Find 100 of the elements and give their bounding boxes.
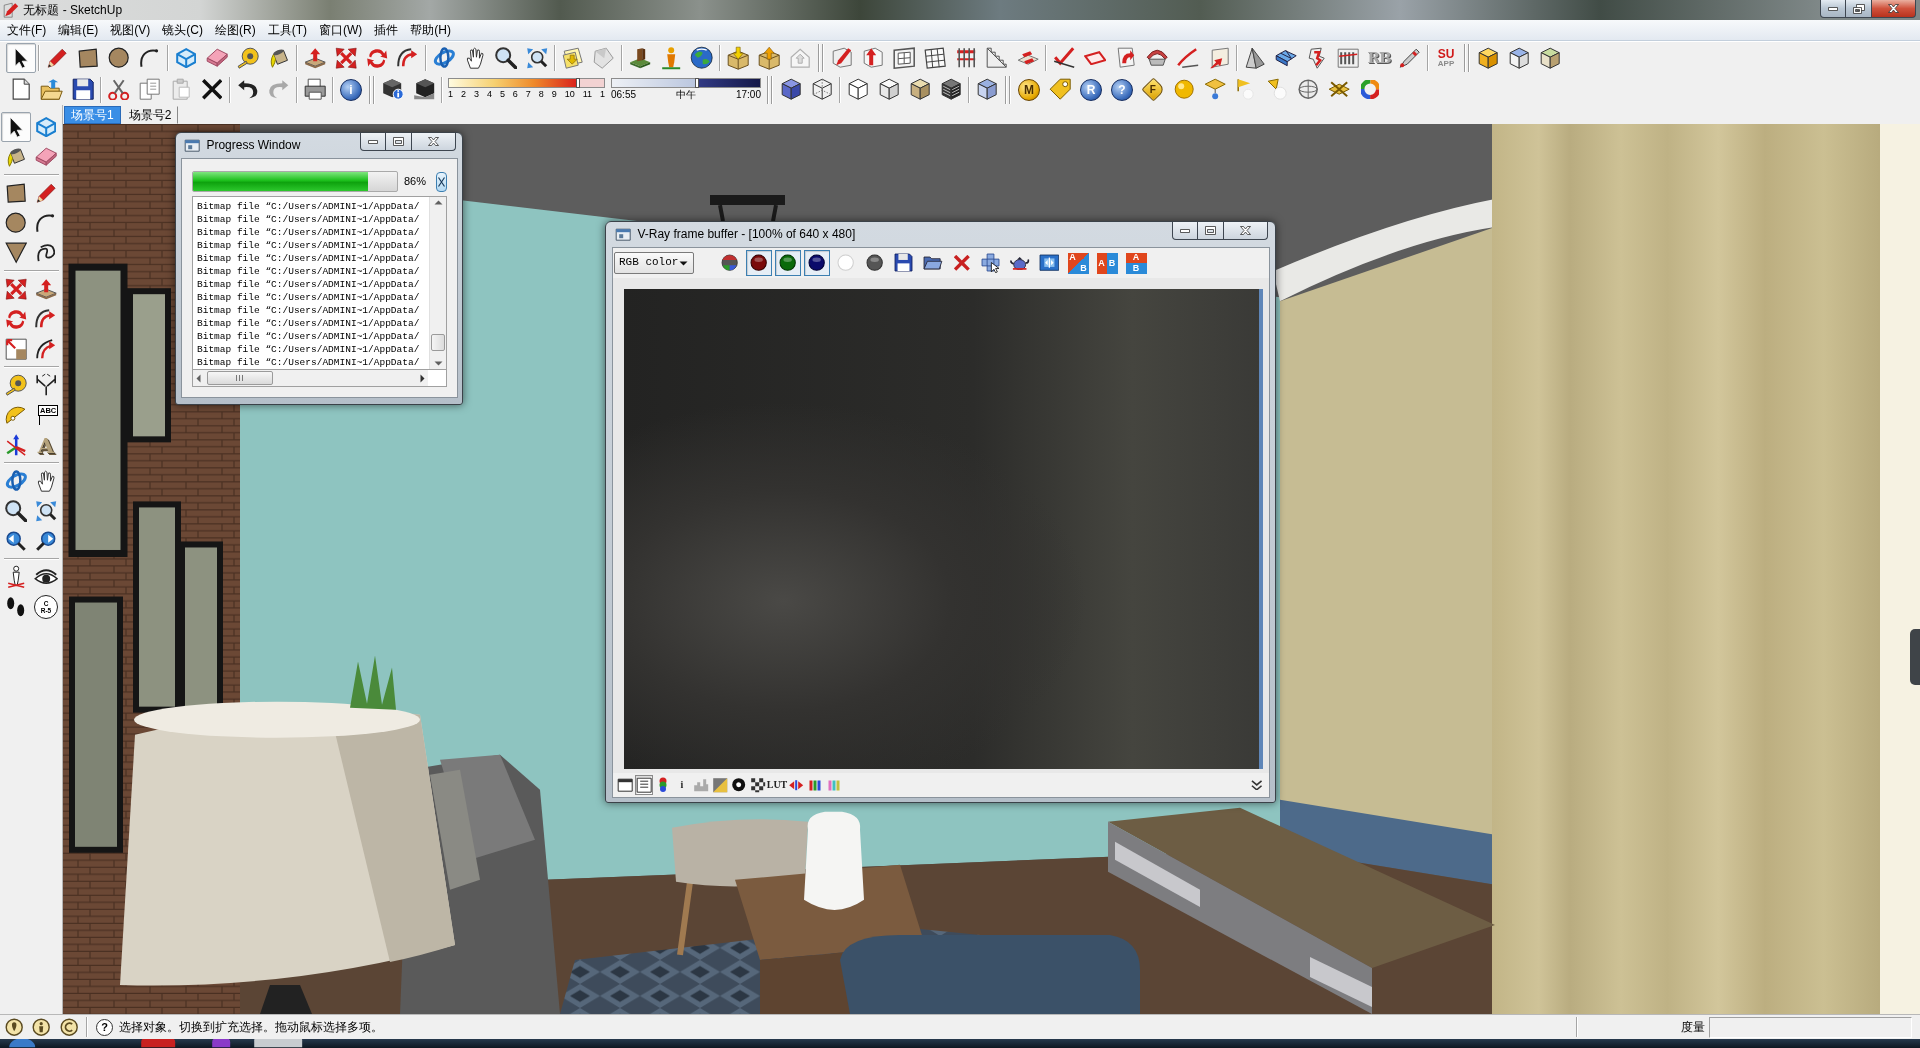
maximize-button[interactable]	[1198, 222, 1224, 240]
slider-thumb[interactable]	[576, 78, 581, 88]
toolbar-button[interactable]: A B	[1123, 250, 1149, 276]
month-slider[interactable]	[448, 78, 605, 88]
vertical-scrollbar[interactable]	[429, 197, 446, 369]
down-arrow-icon	[433, 361, 443, 366]
checker-icon	[749, 776, 767, 794]
offset-icon	[35, 338, 57, 360]
help-button[interactable]: ?	[96, 1018, 114, 1036]
pyramid-icon	[1244, 46, 1266, 70]
wire-box-icon	[35, 116, 57, 138]
close-button[interactable]	[1872, 0, 1916, 18]
orbit-icon	[3, 470, 29, 492]
taskbar-app-icon[interactable]	[140, 1039, 177, 1048]
toolbar-button[interactable]	[746, 250, 772, 276]
cursor-icon	[13, 46, 29, 70]
rotate-arrows-icon	[365, 47, 389, 69]
minimize-button[interactable]	[1820, 0, 1846, 18]
pencil-box-icon	[831, 47, 853, 69]
toolbar-button[interactable]	[6, 43, 36, 73]
taskbar-app-icon[interactable]	[210, 1039, 232, 1048]
log-line: Bitmap file “C:/Users/ADMINI~1/AppData/	[197, 304, 421, 317]
close-button[interactable]	[412, 133, 456, 151]
channel-dropdown[interactable]: RGB color	[614, 252, 694, 274]
circle-icon	[5, 212, 27, 234]
measurement-field[interactable]	[1709, 1016, 1912, 1038]
month-label: 1	[448, 89, 453, 100]
restore-button[interactable]	[1846, 0, 1872, 18]
paint-bucket-icon	[269, 47, 289, 69]
grid-icon	[923, 46, 947, 70]
toolbar-button[interactable]	[775, 250, 801, 276]
menu-item[interactable]: 编辑(E)	[52, 21, 105, 39]
window-title: Progress Window	[206, 138, 301, 153]
tag-icon	[1048, 78, 1072, 101]
toolbar-button[interactable]	[804, 250, 830, 276]
menu-item[interactable]: 视图(V)	[104, 21, 157, 39]
window-icon	[616, 777, 634, 793]
start-orb-icon[interactable]	[8, 1039, 37, 1048]
menu-item[interactable]: 窗口(W)	[313, 21, 369, 39]
shadow-box-icon	[412, 78, 436, 101]
plane-light-icon	[1203, 78, 1227, 101]
region-cursor-icon	[981, 252, 1001, 274]
minimize-icon	[368, 139, 378, 144]
close-button[interactable]	[1224, 222, 1268, 240]
open-folder-icon	[40, 78, 64, 101]
time-label: 中午	[676, 89, 696, 100]
translucent-cube-icon	[780, 78, 802, 101]
protractor-icon	[5, 405, 27, 425]
minimize-button[interactable]	[1172, 222, 1198, 240]
panels-icon	[1274, 49, 1298, 67]
log-line: Bitmap file “C:/Users/ADMINI~1/AppData/	[197, 356, 421, 369]
time-slider[interactable]	[611, 78, 761, 88]
toolbar-button[interactable]	[749, 775, 767, 795]
minimize-button[interactable]	[360, 133, 386, 151]
menu-item[interactable]: 插件	[368, 21, 405, 39]
menu-item[interactable]: 帮助(H)	[404, 21, 457, 39]
toolbar-button[interactable]: LUT	[768, 775, 786, 795]
month-label: 6	[512, 89, 518, 100]
maximize-button[interactable]	[386, 133, 412, 151]
triangle-icon	[4, 242, 28, 264]
arrow-box-icon	[862, 47, 884, 69]
slider-thumb[interactable]	[694, 78, 699, 88]
stairs-icon	[986, 47, 1008, 69]
toolbar-button[interactable]: i	[673, 775, 691, 795]
rounded-cube-icon	[1477, 46, 1499, 70]
curved-arrow-icon	[35, 309, 57, 329]
sphere-icon	[1173, 79, 1195, 100]
ring-icon	[1360, 80, 1380, 99]
toolbar-button[interactable]: A B	[1065, 250, 1091, 276]
info-circle-icon[interactable]	[32, 1017, 51, 1037]
drop-circle-icon[interactable]	[5, 1017, 24, 1037]
up-arrow-icon	[433, 200, 443, 205]
scroll-thumb[interactable]	[431, 334, 445, 351]
previous-view-icon	[6, 531, 26, 551]
channel-circle-icon	[779, 254, 797, 272]
menu-item[interactable]: 文件(F)	[1, 21, 53, 39]
app-logo-icon	[3, 1, 20, 19]
toolbar-button[interactable]: A B	[1094, 250, 1120, 276]
taskbar-window-icon[interactable]	[253, 1039, 304, 1048]
scroll-thumb[interactable]	[207, 371, 273, 385]
cancel-button[interactable]	[436, 171, 447, 192]
horizontal-scrollbar[interactable]	[192, 370, 428, 387]
menu-item[interactable]: 绘图(R)	[209, 21, 262, 39]
log-line: Bitmap file “C:/Users/ADMINI~1/AppData/	[197, 265, 421, 278]
month-label: 8	[538, 89, 544, 100]
wire-box-icon	[175, 47, 197, 69]
toolbar-button[interactable]: SU APP	[1431, 43, 1461, 73]
eraser-icon	[205, 48, 229, 68]
window-icon	[184, 138, 201, 153]
copyright-icon[interactable]	[59, 1017, 79, 1037]
menu-item[interactable]: 工具(T)	[261, 21, 313, 39]
log-line: Bitmap file “C:/Users/ADMINI~1/AppData/	[197, 213, 421, 226]
close-icon	[1888, 4, 1899, 13]
side-panel-handle[interactable]	[1910, 629, 1920, 685]
plates-icon	[1016, 50, 1040, 66]
mono-cube-icon	[976, 78, 998, 101]
tape-measure-icon	[236, 46, 260, 70]
menu-item[interactable]: 镜头(C)	[156, 21, 209, 39]
log-line: Bitmap file “C:/Users/ADMINI~1/AppData/	[197, 291, 421, 304]
toolbar-button[interactable]	[1, 112, 31, 142]
